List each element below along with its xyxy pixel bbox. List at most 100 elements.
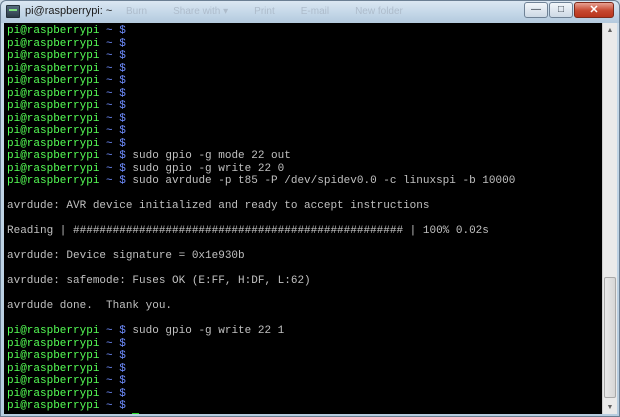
minimize-icon: — <box>531 4 541 15</box>
prompt-line: pi@raspberrypi ~ $ sudo gpio -g mode 22 … <box>7 150 515 163</box>
scroll-up-button[interactable]: ▲ <box>603 23 617 37</box>
prompt-line: pi@raspberrypi ~ $ <box>7 50 515 63</box>
prompt-path: ~ $ <box>99 62 126 75</box>
prompt-user-host: pi@raspberrypi <box>7 125 100 137</box>
command-text: sudo gpio -g mode 22 out <box>125 150 291 162</box>
prompt-line: pi@raspberrypi ~ $ <box>7 388 515 401</box>
prompt-path: ~ $ <box>99 75 126 87</box>
prompt-path: ~ $ <box>99 25 126 37</box>
prompt-path: ~ $ <box>99 150 126 162</box>
prompt-path: ~ $ <box>99 37 126 50</box>
prompt-path: ~ $ <box>99 175 126 187</box>
output-line: Reading | ##############################… <box>7 225 489 237</box>
prompt-user-host: pi@raspberrypi <box>7 50 100 62</box>
minimize-button[interactable]: — <box>524 2 548 18</box>
scroll-down-button[interactable]: ▼ <box>603 400 617 414</box>
command-text: sudo avrdude -p t85 -P /dev/spidev0.0 -c… <box>125 175 516 187</box>
close-button[interactable]: ✕ <box>574 2 614 18</box>
prompt-line: pi@raspberrypi ~ $ <box>7 63 515 76</box>
prompt-line: pi@raspberrypi ~ $ <box>7 375 515 388</box>
close-icon: ✕ <box>589 3 599 16</box>
prompt-user-host: pi@raspberrypi <box>7 37 100 50</box>
prompt-line: pi@raspberrypi ~ $ <box>7 363 515 376</box>
prompt-user-host: pi@raspberrypi <box>7 112 100 125</box>
ghost-menu-burn: Burn <box>126 6 148 17</box>
window-controls: — □ ✕ <box>524 2 614 18</box>
maximize-button[interactable]: □ <box>549 2 573 18</box>
terminal-output: pi@raspberrypi ~ $ pi@raspberrypi ~ $ pi@r… <box>7 25 515 414</box>
prompt-user-host: pi@raspberrypi <box>7 175 100 187</box>
prompt-line: pi@raspberrypi ~ $ <box>7 100 515 113</box>
prompt-line: pi@raspberrypi ~ $ <box>7 400 515 413</box>
prompt-line: pi@raspberrypi ~ $ <box>7 113 515 126</box>
prompt-path: ~ $ <box>99 350 126 362</box>
prompt-user-host: pi@raspberrypi <box>7 25 100 37</box>
prompt-path: ~ $ <box>99 112 126 125</box>
prompt-line: pi@raspberrypi ~ $ sudo gpio -g write 22… <box>7 163 515 176</box>
prompt-path: ~ $ <box>99 137 126 150</box>
output-line: avrdude: AVR device initialized and read… <box>7 200 430 212</box>
output-line: avrdude done. Thank you. <box>7 300 173 312</box>
ghost-menu-print: Print <box>254 6 275 17</box>
prompt-line: pi@raspberrypi ~ $ sudo avrdude -p t85 -… <box>7 175 515 188</box>
prompt-user-host: pi@raspberrypi <box>7 75 100 87</box>
command-text: sudo gpio -g write 22 0 <box>125 162 285 175</box>
prompt-user-host: pi@raspberrypi <box>7 400 100 412</box>
prompt-line: pi@raspberrypi ~ $ <box>7 138 515 151</box>
prompt-user-host: pi@raspberrypi <box>7 337 100 350</box>
text-cursor <box>132 412 140 414</box>
prompt-user-host: pi@raspberrypi <box>7 150 100 162</box>
prompt-line: pi@raspberrypi ~ $ <box>7 25 515 38</box>
window-title: pi@raspberrypi: ~ <box>25 5 113 17</box>
prompt-line: pi@raspberrypi ~ $ <box>7 338 515 351</box>
vertical-scrollbar[interactable]: ▲ ▼ <box>602 23 617 414</box>
prompt-user-host: pi@raspberrypi <box>7 350 100 362</box>
prompt-line: pi@raspberrypi ~ $ <box>7 412 515 414</box>
output-line: avrdude: Device signature = 0x1e930b <box>7 250 245 262</box>
scroll-thumb[interactable] <box>604 277 616 398</box>
prompt-line: pi@raspberrypi ~ $ sudo gpio -g write 22… <box>7 325 515 338</box>
prompt-path: ~ $ <box>99 362 126 375</box>
prompt-path: ~ $ <box>99 100 126 112</box>
prompt-line: pi@raspberrypi ~ $ <box>7 350 515 363</box>
prompt-user-host: pi@raspberrypi <box>7 87 100 100</box>
background-explorer-menu: Burn Share with ▾ Print E-mail New folde… <box>126 6 403 17</box>
title-bar[interactable]: pi@raspberrypi: ~ Burn Share with ▾ Prin… <box>1 1 619 23</box>
ghost-menu-share: Share with ▾ <box>173 6 229 17</box>
terminal-app-icon[interactable] <box>6 5 20 18</box>
prompt-line: pi@raspberrypi ~ $ <box>7 125 515 138</box>
prompt-user-host: pi@raspberrypi <box>7 162 100 175</box>
prompt-line: pi@raspberrypi ~ $ <box>7 75 515 88</box>
ghost-menu-email: E-mail <box>300 6 330 17</box>
prompt-user-host: pi@raspberrypi <box>7 362 100 375</box>
maximize-icon: □ <box>557 4 565 15</box>
prompt-path: ~ $ <box>99 325 126 337</box>
putty-window: pi@raspberrypi: ~ Burn Share with ▾ Prin… <box>0 0 620 417</box>
prompt-path: ~ $ <box>99 87 126 100</box>
prompt-user-host: pi@raspberrypi <box>7 325 100 337</box>
prompt-path: ~ $ <box>99 50 126 62</box>
prompt-line: pi@raspberrypi ~ $ <box>7 38 515 51</box>
output-line: avrdude: safemode: Fuses OK (E:FF, H:DF,… <box>7 275 311 287</box>
prompt-path: ~ $ <box>99 387 126 400</box>
prompt-user-host: pi@raspberrypi <box>7 137 100 150</box>
prompt-path: ~ $ <box>99 400 126 412</box>
ghost-menu-new-folder: New folder <box>355 6 403 17</box>
terminal-screen[interactable]: pi@raspberrypi ~ $ pi@raspberrypi ~ $ pi@r… <box>4 23 602 414</box>
prompt-user-host: pi@raspberrypi <box>7 100 100 112</box>
prompt-path: ~ $ <box>99 375 126 387</box>
prompt-user-host: pi@raspberrypi <box>7 62 100 75</box>
arrow-down-icon: ▼ <box>606 403 614 411</box>
prompt-line: pi@raspberrypi ~ $ <box>7 88 515 101</box>
prompt-user-host: pi@raspberrypi <box>7 375 100 387</box>
prompt-user-host: pi@raspberrypi <box>7 387 100 400</box>
prompt-path: ~ $ <box>99 162 126 175</box>
prompt-path: ~ $ <box>99 125 126 137</box>
command-text: sudo gpio -g write 22 1 <box>125 325 285 337</box>
arrow-up-icon: ▲ <box>606 26 614 34</box>
